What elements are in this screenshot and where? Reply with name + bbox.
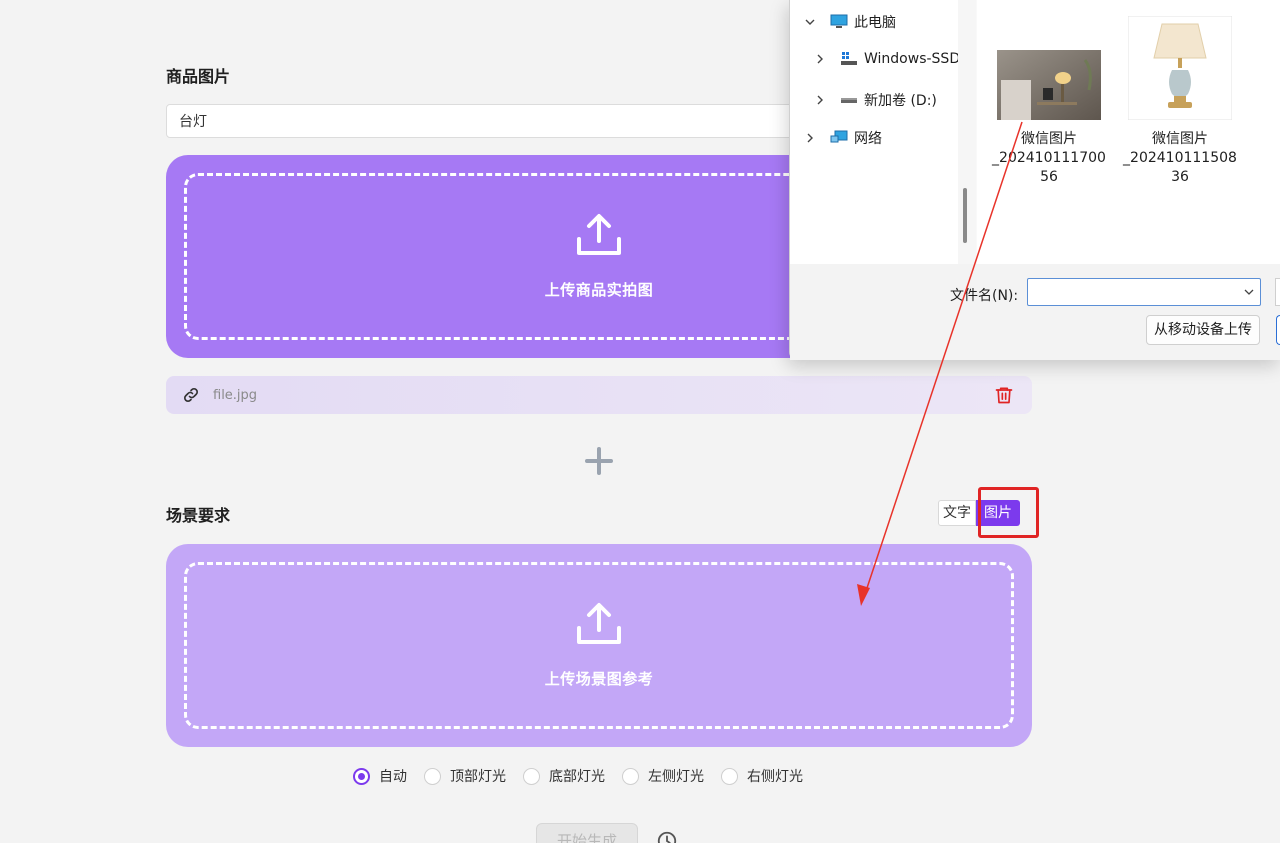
file-name-line: 56: [1040, 169, 1058, 185]
nav-item-this-pc[interactable]: 此电脑: [804, 12, 896, 32]
scene-mode-toggle: 文字 图片: [938, 500, 1020, 526]
plus-icon[interactable]: [584, 446, 614, 476]
nav-item-label: 新加卷 (D:): [864, 93, 937, 109]
dialog-file-list: 微信图片 _202410111700 56 微信图片 _202410111508…: [977, 0, 1280, 264]
nav-item-new-volume[interactable]: 新加卷 (D:): [814, 90, 937, 110]
lighting-option-right[interactable]: 右侧灯光: [721, 766, 803, 786]
chevron-down-icon[interactable]: [1244, 287, 1254, 297]
drive-icon: [841, 98, 857, 103]
radio-icon[interactable]: [523, 767, 540, 785]
scene-upload-label: 上传场景图参考: [544, 670, 654, 688]
windows-drive-icon: [841, 52, 857, 65]
nav-scrollbar[interactable]: [958, 0, 976, 264]
start-generate-button[interactable]: 开始生成: [536, 823, 638, 843]
product-image-title: 商品图片: [166, 67, 231, 86]
radio-icon[interactable]: [424, 767, 441, 785]
lighting-option-label: 自动: [379, 769, 407, 785]
scene-requirements-title: 场景要求: [166, 506, 231, 525]
lighting-option-label: 顶部灯光: [450, 769, 506, 785]
mode-image-button[interactable]: 图片: [976, 500, 1020, 526]
computer-icon: [830, 14, 848, 28]
dialog-nav-pane: 此电脑 Windows-SSD 新加卷 (D:) 网络: [790, 0, 958, 264]
upload-from-mobile-button[interactable]: 从移动设备上传: [1146, 315, 1260, 345]
filename-input[interactable]: [1027, 278, 1261, 306]
radio-checked-icon[interactable]: [353, 767, 370, 785]
file-type-select[interactable]: [1275, 278, 1280, 306]
scene-upload-dropzone[interactable]: 上传场景图参考: [184, 562, 1014, 729]
lighting-option-bottom[interactable]: 底部灯光: [523, 766, 605, 786]
history-icon[interactable]: [656, 830, 678, 843]
upload-icon: [577, 603, 621, 644]
image-thumbnail-icon: [997, 50, 1101, 120]
upload-icon: [577, 214, 621, 255]
file-name-line: _202410111700: [992, 150, 1106, 166]
nav-item-label: Windows-SSD: [864, 51, 958, 67]
product-upload-label: 上传商品实拍图: [544, 281, 654, 299]
lighting-option-auto[interactable]: 自动: [353, 766, 407, 786]
trash-icon[interactable]: [994, 385, 1014, 405]
radio-icon[interactable]: [721, 767, 738, 785]
file-name-line: 微信图片: [1021, 131, 1077, 147]
scene-upload-area[interactable]: 上传场景图参考: [166, 544, 1032, 747]
lighting-radio-group: 自动 顶部灯光 底部灯光 左侧灯光 右侧灯光: [353, 766, 820, 786]
filename-label: 文件名(N):: [950, 288, 1019, 304]
lighting-option-label: 右侧灯光: [747, 769, 803, 785]
file-name-line: _202410111508: [1123, 150, 1237, 166]
chevron-right-icon[interactable]: [804, 132, 816, 144]
lighting-option-label: 左侧灯光: [648, 769, 704, 785]
nav-item-windows-ssd[interactable]: Windows-SSD: [814, 51, 958, 67]
uploaded-file-name: file.jpg: [213, 388, 258, 403]
mode-text-button[interactable]: 文字: [938, 500, 976, 526]
chevron-right-icon[interactable]: [814, 53, 826, 65]
nav-item-label: 网络: [854, 131, 882, 147]
uploaded-file-row: file.jpg: [166, 376, 1032, 414]
lighting-option-left[interactable]: 左侧灯光: [622, 766, 704, 786]
open-button[interactable]: [1276, 315, 1280, 345]
file-name-line: 36: [1171, 169, 1189, 185]
radio-icon[interactable]: [622, 767, 639, 785]
scrollbar-thumb[interactable]: [963, 188, 967, 243]
file-name-line: 微信图片: [1152, 131, 1208, 147]
file-item[interactable]: 微信图片 _202410111508 36: [1120, 16, 1240, 187]
dialog-bottom-bar: 文件名(N): 从移动设备上传: [790, 264, 1280, 360]
network-icon: [830, 130, 848, 143]
link-icon: [184, 388, 198, 402]
image-thumbnail-icon: [1128, 16, 1232, 120]
nav-item-network[interactable]: 网络: [804, 128, 882, 148]
chevron-right-icon[interactable]: [814, 94, 826, 106]
lighting-option-top[interactable]: 顶部灯光: [424, 766, 506, 786]
nav-item-label: 此电脑: [854, 15, 896, 31]
chevron-down-icon[interactable]: [804, 16, 816, 28]
lighting-option-label: 底部灯光: [549, 769, 605, 785]
file-item[interactable]: 微信图片 _202410111700 56: [989, 50, 1109, 187]
file-open-dialog: 此电脑 Windows-SSD 新加卷 (D:) 网络 微信图片 _202410…: [789, 0, 1280, 360]
